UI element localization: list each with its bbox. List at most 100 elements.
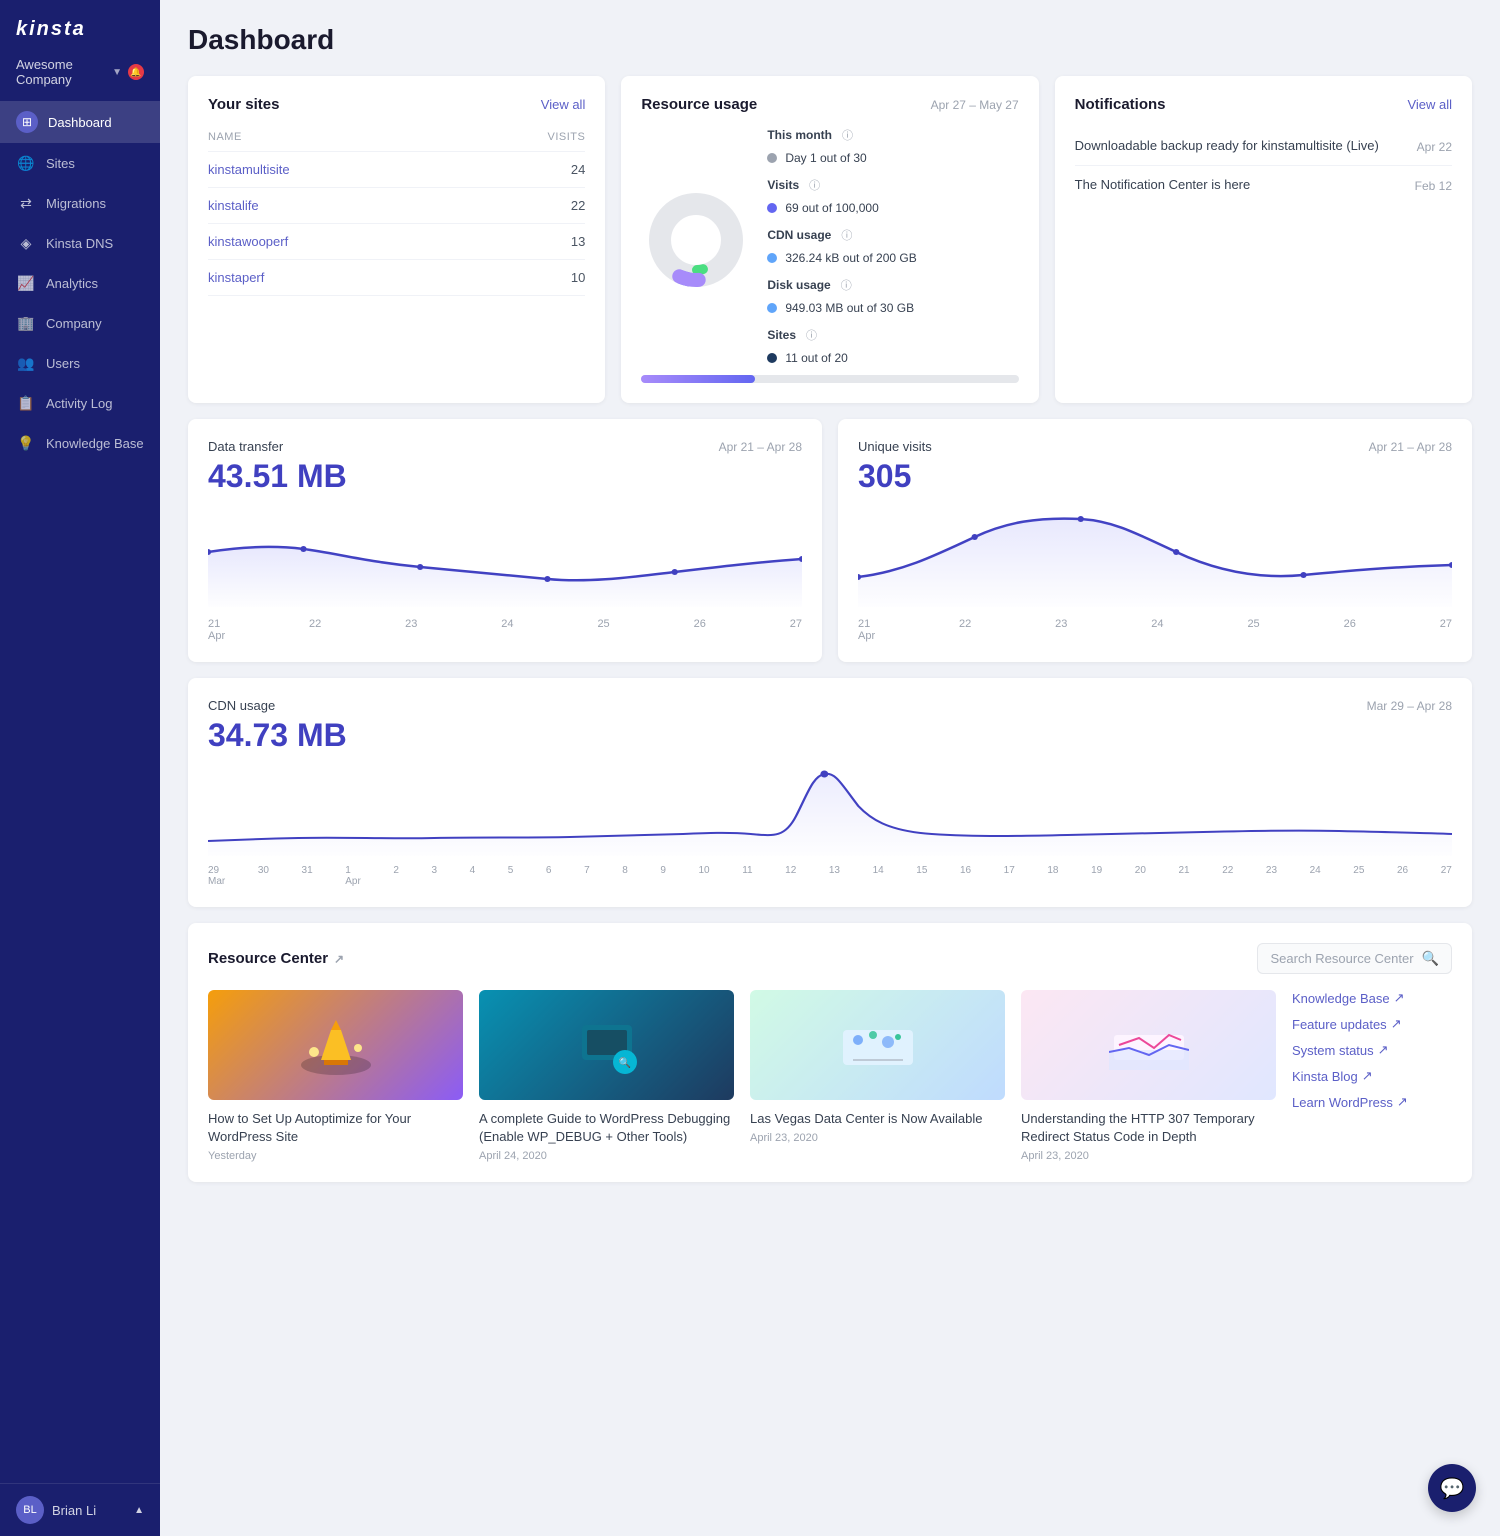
x-label: 21Apr: [858, 618, 875, 642]
chevron-down-icon: ▼: [112, 67, 122, 78]
col-name: NAME: [208, 131, 242, 143]
cdn-x-labels: 29Mar 30 31 1Apr 2 3 4 5 6 7 8 9 10 11 1…: [208, 865, 1452, 887]
disk-label: Disk usage: [767, 278, 830, 292]
company-selector[interactable]: Awesome Company ▼ 🔔: [0, 51, 160, 101]
chat-icon: 💬: [1440, 1476, 1465, 1501]
sidebar-item-kinsta-dns[interactable]: ◈ Kinsta DNS: [0, 223, 160, 263]
x-label: 23: [405, 618, 417, 642]
users-icon: 👥: [16, 353, 36, 373]
x-label: 23: [1055, 618, 1067, 642]
rc-links-list: Knowledge Base ↗ Feature updates ↗ Syste…: [1292, 990, 1452, 1110]
cdn-usage-chart: [208, 766, 1452, 856]
sidebar-item-activity-log[interactable]: 📋 Activity Log: [0, 383, 160, 423]
site-name[interactable]: kinstaperf: [208, 270, 264, 285]
article-title: A complete Guide to WordPress Debugging …: [479, 1110, 734, 1146]
unique-visits-title: Unique visits: [858, 439, 932, 454]
chat-button[interactable]: 💬: [1428, 1464, 1476, 1512]
article-title: Las Vegas Data Center is Now Available: [750, 1110, 1005, 1128]
sidebar-item-dashboard[interactable]: ⊞ Dashboard: [0, 101, 160, 143]
x-label: 25: [597, 618, 609, 642]
x-label: 24: [1151, 618, 1163, 642]
sidebar-item-migrations[interactable]: ⇄ Migrations: [0, 183, 160, 223]
sidebar: kinsta Awesome Company ▼ 🔔 ⊞ Dashboard 🌐…: [0, 0, 160, 1536]
rc-link-feature-updates[interactable]: Feature updates ↗: [1292, 1016, 1452, 1032]
rc-article: Understanding the HTTP 307 Temporary Red…: [1021, 990, 1276, 1162]
unique-visits-card: Unique visits Apr 21 – Apr 28 305: [838, 419, 1472, 662]
page-title: Dashboard: [188, 24, 1472, 56]
site-visits: 24: [571, 162, 585, 177]
sidebar-item-label: Kinsta DNS: [46, 236, 113, 251]
sidebar-nav: ⊞ Dashboard 🌐 Sites ⇄ Migrations ◈ Kinst…: [0, 101, 160, 1483]
site-name[interactable]: kinstalife: [208, 198, 259, 213]
visits-dot: [767, 203, 777, 213]
this-month-label: This month: [767, 128, 832, 142]
cdn-usage-date: Mar 29 – Apr 28: [1367, 699, 1452, 713]
data-transfer-chart: [208, 507, 802, 607]
unique-visits-date: Apr 21 – Apr 28: [1369, 440, 1452, 454]
notif-date: Feb 12: [1415, 179, 1452, 193]
article-date: April 23, 2020: [1021, 1150, 1276, 1162]
x-label: 27: [790, 618, 802, 642]
sidebar-item-analytics[interactable]: 📈 Analytics: [0, 263, 160, 303]
your-sites-card: Your sites View all NAME VISITS kinstamu…: [188, 76, 605, 403]
rc-link-kinsta-blog[interactable]: Kinsta Blog ↗: [1292, 1068, 1452, 1084]
cdn-label: CDN usage: [767, 228, 831, 242]
notifications-card: Notifications View all Downloadable back…: [1055, 76, 1472, 403]
company-name: Awesome Company: [16, 57, 112, 87]
activity-log-icon: 📋: [16, 393, 36, 413]
sidebar-item-company[interactable]: 🏢 Company: [0, 303, 160, 343]
sites-table: NAME VISITS kinstamultisite 24 kinstalif…: [208, 127, 585, 296]
rc-link-learn-wordpress[interactable]: Learn WordPress ↗: [1292, 1094, 1452, 1110]
data-transfer-value: 43.51 MB: [208, 458, 802, 495]
rc-link-system-status[interactable]: System status ↗: [1292, 1042, 1452, 1058]
avatar: BL: [16, 1496, 44, 1524]
resource-usage-title: Resource usage: [641, 96, 757, 113]
sidebar-footer: BL Brian Li ▲: [0, 1483, 160, 1536]
sidebar-item-label: Migrations: [46, 196, 106, 211]
rc-links-sidebar: Knowledge Base ↗ Feature updates ↗ Syste…: [1292, 990, 1452, 1162]
x-label: 26: [1344, 618, 1356, 642]
article-title: How to Set Up Autoptimize for Your WordP…: [208, 1110, 463, 1146]
site-visits: 22: [571, 198, 585, 213]
chevron-up-icon: ▲: [134, 1505, 144, 1516]
disk-dot: [767, 303, 777, 313]
resource-center-search[interactable]: Search Resource Center 🔍: [1257, 943, 1452, 974]
unique-visits-value: 305: [858, 458, 1452, 495]
your-sites-view-all[interactable]: View all: [541, 97, 586, 112]
data-transfer-date: Apr 21 – Apr 28: [719, 440, 802, 454]
this-month-value: Day 1 out of 30: [785, 151, 866, 165]
external-icon: ↗: [1397, 1094, 1408, 1110]
rc-link-knowledge-base[interactable]: Knowledge Base ↗: [1292, 990, 1452, 1006]
site-name[interactable]: kinstamultisite: [208, 162, 290, 177]
resource-center-header: Resource Center ↗ Search Resource Center…: [208, 943, 1452, 974]
search-placeholder: Search Resource Center: [1270, 951, 1413, 966]
notifications-title: Notifications: [1075, 96, 1166, 113]
knowledge-base-icon: 💡: [16, 433, 36, 453]
unique-visits-chart: [858, 507, 1452, 607]
resource-donut: [641, 185, 751, 295]
article-date: April 23, 2020: [750, 1132, 1005, 1144]
cdn-value: 326.24 kB out of 200 GB: [785, 251, 916, 265]
notifications-view-all[interactable]: View all: [1407, 97, 1452, 112]
table-row: kinstalife 22: [208, 188, 585, 224]
notification-bell[interactable]: 🔔: [128, 64, 144, 80]
article-date: Yesterday: [208, 1150, 463, 1162]
your-sites-title: Your sites: [208, 96, 279, 113]
table-row: kinstawooperf 13: [208, 224, 585, 260]
external-icon: ↗: [1394, 990, 1405, 1006]
dns-icon: ◈: [16, 233, 36, 253]
article-image: [750, 990, 1005, 1100]
sidebar-item-knowledge-base[interactable]: 💡 Knowledge Base: [0, 423, 160, 463]
disk-value: 949.03 MB out of 30 GB: [785, 301, 914, 315]
notif-text: Downloadable backup ready for kinstamult…: [1075, 137, 1379, 155]
site-name[interactable]: kinstawooperf: [208, 234, 288, 249]
x-label: 25: [1247, 618, 1259, 642]
sidebar-item-users[interactable]: 👥 Users: [0, 343, 160, 383]
cdn-usage-value: 34.73 MB: [208, 717, 1452, 754]
sidebar-item-sites[interactable]: 🌐 Sites: [0, 143, 160, 183]
resource-center-title: Resource Center ↗: [208, 950, 344, 967]
external-link-icon: ↗: [334, 952, 344, 966]
cdn-usage-title: CDN usage: [208, 698, 275, 713]
resource-center-content: How to Set Up Autoptimize for Your WordP…: [208, 990, 1452, 1162]
x-label: 22: [959, 618, 971, 642]
